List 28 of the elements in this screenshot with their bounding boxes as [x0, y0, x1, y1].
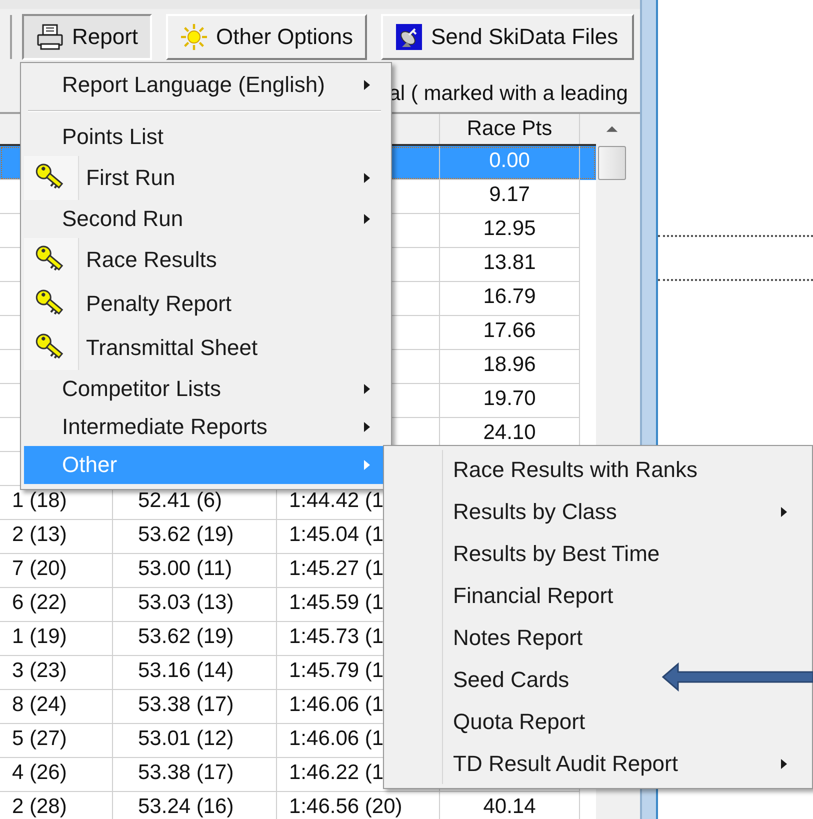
table-cell: 1 (19)	[0, 622, 113, 656]
table-cell: 13.81	[440, 248, 580, 282]
table-cell: 53.01 (12)	[113, 724, 277, 758]
table-cell: 8 (24)	[0, 690, 113, 724]
table-cell: 53.38 (17)	[113, 758, 277, 792]
table-cell: 18.96	[440, 350, 580, 384]
table-cell: 1:46.56 (20)	[277, 792, 440, 819]
table-cell: 53.38 (17)	[113, 690, 277, 724]
table-cell: 53.16 (14)	[113, 656, 277, 690]
table-cell: 7 (20)	[0, 554, 113, 588]
table-cell: 53.62 (19)	[113, 520, 277, 554]
table-cell: 2 (13)	[0, 520, 113, 554]
table-cell: 53.03 (13)	[113, 588, 277, 622]
table-cell: 19.70	[440, 384, 580, 418]
table-cell: 17.66	[440, 316, 580, 350]
table-cell: 3 (23)	[0, 656, 113, 690]
table-cell: 53.62 (19)	[113, 622, 277, 656]
table-cell: 0.00	[440, 146, 580, 180]
table-cell: 12.95	[440, 214, 580, 248]
table-cell: 5 (27)	[0, 724, 113, 758]
table-cell: 2 (28)	[0, 792, 113, 819]
table-cell: 6 (22)	[0, 588, 113, 622]
table-cell: 53.00 (11)	[113, 554, 277, 588]
table-cell: 16.79	[440, 282, 580, 316]
table-cell: 40.14	[440, 792, 580, 819]
table-cell: 9.17	[440, 180, 580, 214]
table-cell: 4 (26)	[0, 758, 113, 792]
table-cell: 53.24 (16)	[113, 792, 277, 819]
